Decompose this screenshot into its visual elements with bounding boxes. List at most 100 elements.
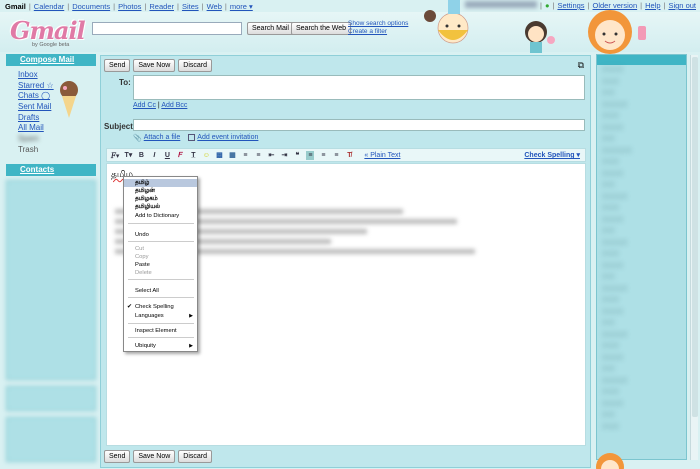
suggestion-1[interactable]: தமிழ் [124,179,197,187]
compose-top-actions: Send Save Now Discard [104,59,212,72]
add-event-link[interactable]: Add event invitation [197,134,258,142]
inspect-element-item[interactable]: Inspect Element [124,327,197,335]
menu-divider [128,337,194,338]
check-spelling-item[interactable]: ✔ Check Spelling [124,303,197,311]
chat-panel-redacted [6,179,96,380]
sign-out-link[interactable]: Sign out [668,1,696,10]
bullet-list-icon[interactable]: ≡ [254,151,262,160]
emoticon-icon[interactable]: ☺ [202,151,210,160]
text-color-icon[interactable]: 𝐹 [176,151,184,160]
nav-gmail[interactable]: Gmail [5,2,26,11]
add-bcc-link[interactable]: Add Bcc [161,102,187,109]
indent-less-icon[interactable]: ⇤ [267,151,275,160]
gmail-logo[interactable]: Gmail by Google beta [10,16,86,48]
image-icon[interactable]: ▦ [228,151,236,160]
cc-bcc-links: Add Cc | Add Bcc [133,102,188,109]
nav-sites[interactable]: Sites [182,2,199,11]
search-options: Show search options Create a filter [348,20,408,36]
pop-out-icon[interactable]: ⧉ [578,60,584,71]
sidebar-item-spam[interactable]: Spam [18,134,96,145]
plain-text-link[interactable]: « Plain Text [364,152,400,159]
quote-icon[interactable]: ❝ [293,151,301,160]
undo-item[interactable]: Undo [124,231,197,239]
ice-cream-icon [60,81,78,118]
menu-divider [128,241,194,242]
remove-formatting-icon[interactable]: T̸ [345,151,353,160]
theme-character-bottom-icon [596,453,624,469]
search-input[interactable] [92,22,242,35]
contacts-link[interactable]: Contacts [6,163,96,176]
compose-bottom-actions: Send Save Now Discard [104,450,212,463]
spellcheck-context-menu: தமிழ் தமிழன் தமிழகம் தமிழியல் Add to Dic… [123,176,198,352]
right-sidebar-redacted: ░░░░░ ░░░░ ░░░ ░░░░░░ ░░░░ ░░░░░ ░░░ ░░░░░░░… [596,54,687,460]
check-spelling-link[interactable]: Check Spelling ▾ [524,151,580,159]
bold-icon[interactable]: B [137,151,145,160]
scrollbar-thumb[interactable] [692,57,698,417]
cut-item[interactable]: Cut [124,245,197,253]
delete-item[interactable]: Delete [124,269,197,277]
subject-label: Subject: [104,122,136,131]
nav-calendar[interactable]: Calendar [34,2,64,11]
add-to-dictionary-item[interactable]: Add to Dictionary [124,212,197,220]
italic-icon[interactable]: I [150,151,158,160]
create-filter-link[interactable]: Create a filter [348,28,408,36]
nav-reader[interactable]: Reader [149,2,174,11]
suggestion-3[interactable]: தமிழகம் [124,195,197,203]
sidebar-item-trash[interactable]: Trash [18,145,96,156]
nav-more[interactable]: more ▾ [230,2,253,11]
sidebar-item-all-mail[interactable]: All Mail [18,123,96,134]
languages-item[interactable]: Languages ▶ [124,312,197,320]
menu-divider [128,323,194,324]
search-mail-button[interactable]: Search Mail [247,22,294,35]
align-right-icon[interactable]: ≡ [332,151,340,160]
attach-file-link[interactable]: Attach a file [144,134,181,142]
labels-panel-redacted [6,385,96,411]
submenu-arrow-icon: ▶ [189,343,193,349]
nav-web[interactable]: Web [207,2,222,11]
theme-character-girl-icon [525,21,555,53]
formatting-toolbar: 𝐹▾ T▾ B I U 𝐹 T̲ ☺ ▩ ▦ ≡ ≡ ⇤ ⇥ ❝ ≡ ≡ ≡ T… [106,148,586,162]
save-now-button-bottom[interactable]: Save Now [133,450,176,463]
ubiquity-item[interactable]: Ubiquity ▶ [124,342,197,350]
copy-item[interactable]: Copy [124,253,197,261]
indent-more-icon[interactable]: ⇥ [280,151,288,160]
nav-documents[interactable]: Documents [72,2,110,11]
send-button-bottom[interactable]: Send [104,450,131,463]
nav-photos[interactable]: Photos [118,2,141,11]
submenu-arrow-icon: ▶ [189,313,193,319]
compose-mail-link[interactable]: Compose Mail [6,54,96,66]
menu-divider [128,297,194,298]
numbered-list-icon[interactable]: ≡ [241,151,249,160]
menu-divider [128,223,194,224]
save-now-button[interactable]: Save Now [133,59,176,72]
highlight-icon[interactable]: T̲ [189,151,197,160]
subject-field[interactable] [133,119,585,131]
discard-button-bottom[interactable]: Discard [178,450,212,463]
add-cc-link[interactable]: Add Cc [133,102,156,109]
page-scrollbar[interactable] [690,55,698,460]
to-field[interactable] [133,75,585,100]
left-sidebar: Compose Mail Inbox Starred ☆ Chats ◯ Sen… [6,54,96,469]
paste-item[interactable]: Paste [124,261,197,269]
size-icon[interactable]: T▾ [124,151,132,160]
link-icon[interactable]: ▩ [215,151,223,160]
calendar-icon [188,134,196,141]
paperclip-icon: 📎 [133,135,142,142]
align-left-icon[interactable]: ≡ [306,150,315,160]
search-web-button[interactable]: Search the Web [291,22,352,35]
underline-icon[interactable]: U [163,151,171,160]
show-search-options-link[interactable]: Show search options [348,20,408,28]
theme-character-redhead-icon [588,10,646,54]
font-icon[interactable]: 𝐹▾ [111,151,119,160]
send-button[interactable]: Send [104,59,131,72]
checkmark-icon: ✔ [127,304,132,310]
discard-button[interactable]: Discard [178,59,212,72]
theme-character-upside-down-icon [424,0,469,44]
status-icon: ● [544,1,550,10]
align-center-icon[interactable]: ≡ [319,151,327,160]
suggestion-2[interactable]: தமிழன் [124,187,197,195]
select-all-item[interactable]: Select All [124,287,197,295]
suggestion-4[interactable]: தமிழியல் [124,203,197,211]
attachment-row: 📎 Attach a file Add event invitation [133,134,258,142]
invite-panel-redacted [6,416,96,462]
